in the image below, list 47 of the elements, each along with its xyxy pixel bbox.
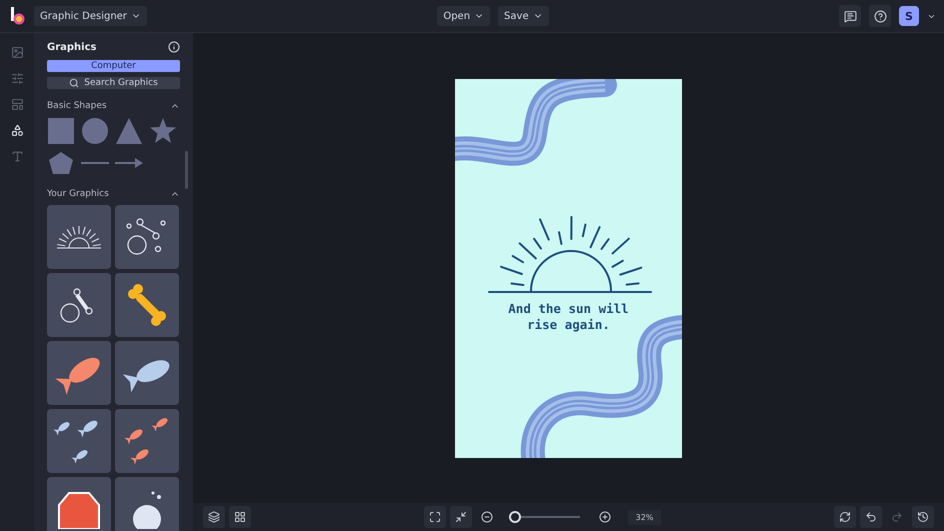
avatar[interactable]: S	[899, 6, 919, 26]
undo-icon[interactable]	[860, 506, 882, 528]
zoom-reading: 32%	[628, 510, 662, 524]
graphic-tile[interactable]	[115, 341, 179, 405]
graphic-tile[interactable]	[47, 205, 111, 269]
search-icon	[69, 78, 80, 88]
graphic-tile[interactable]	[115, 477, 179, 531]
graphic-tile[interactable]	[115, 409, 179, 473]
section-title: Basic Shapes	[47, 101, 107, 111]
grid-icon[interactable]	[229, 506, 251, 528]
bone-drawing	[125, 283, 169, 327]
circle-shape[interactable]	[81, 117, 109, 145]
save-menu[interactable]: Save	[498, 6, 549, 26]
fit-screen-icon[interactable]	[424, 506, 446, 528]
photo-icon	[10, 46, 24, 58]
history-icon[interactable]	[912, 506, 934, 528]
triangle-shape[interactable]	[115, 117, 143, 145]
search-label: Search Graphics	[84, 78, 158, 88]
comment-icon[interactable]	[839, 5, 861, 27]
help-icon[interactable]	[869, 5, 891, 27]
info-icon[interactable]	[168, 41, 180, 53]
graphic-tile[interactable]	[47, 409, 111, 473]
adjust-icon	[10, 72, 24, 84]
text-icon	[10, 150, 24, 162]
refresh-icon[interactable]	[834, 506, 856, 528]
layout-icon	[10, 98, 24, 110]
panel-title: Graphics	[47, 42, 96, 52]
quote-text: And the sun will rise again.	[507, 300, 630, 332]
graphics-icon	[10, 124, 24, 136]
star-shape[interactable]	[149, 117, 177, 145]
project-menu[interactable]: Graphic Designer	[34, 6, 147, 26]
stop-sign-drawing	[57, 489, 101, 529]
layers-icon[interactable]	[203, 506, 225, 528]
computer-button[interactable]: Computer	[47, 60, 180, 72]
pentagon-shape[interactable]	[47, 149, 75, 177]
square-shape[interactable]	[47, 117, 75, 145]
graphic-tile[interactable]	[115, 273, 179, 337]
graphic-tile[interactable]	[47, 273, 111, 337]
open-menu[interactable]: Open	[437, 6, 490, 26]
search-graphics-button[interactable]: Search Graphics	[47, 77, 180, 89]
graphic-tile[interactable]	[47, 477, 111, 531]
graphic-tile[interactable]	[47, 341, 111, 405]
shrink-icon[interactable]	[450, 506, 472, 528]
graphic-tile[interactable]	[115, 205, 179, 269]
logo-icon	[10, 7, 26, 25]
section-title: Your Graphics	[47, 189, 109, 199]
slider-thumb[interactable]	[509, 511, 521, 523]
